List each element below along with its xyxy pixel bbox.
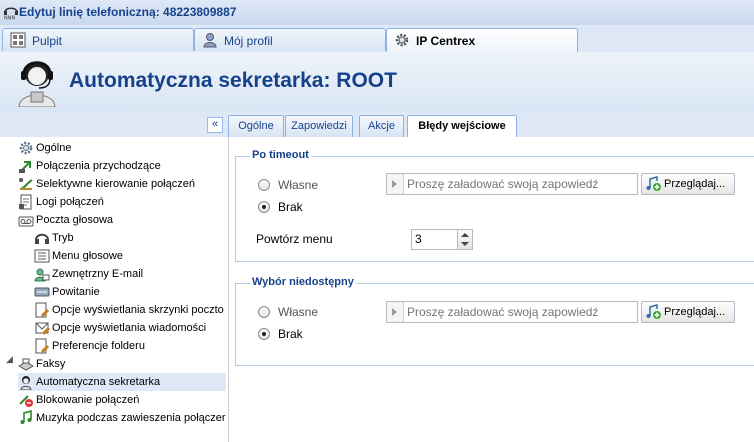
sidebar-tree: Ogólne Połączenia przychodzące Selektywn… — [0, 137, 229, 442]
message-options-icon — [35, 322, 50, 336]
add-music-icon — [646, 176, 661, 191]
mode-icon — [35, 233, 49, 244]
page-title: Automatyczna sekretarka: ROOT — [69, 69, 397, 92]
tree-item-selektywne-kierowanie[interactable]: Selektywne kierowanie połączeń — [18, 175, 223, 193]
tab-ogolne[interactable]: Ogólne — [228, 115, 284, 137]
tab-akcje[interactable]: Akcje — [359, 115, 404, 137]
voicemail-icon — [18, 216, 34, 227]
operator-avatar-icon — [18, 61, 56, 107]
timeout-none-label: Brak — [278, 200, 303, 214]
auto-attendant-icon — [20, 376, 32, 390]
log-icon — [19, 194, 32, 210]
add-music-icon — [646, 304, 661, 319]
greeting-icon — [34, 287, 50, 297]
timeout-custom-label: Własne — [278, 178, 319, 192]
tree-item-faksy[interactable]: Faksy — [18, 355, 223, 373]
tab-moj-profil[interactable]: Mój profil — [194, 28, 386, 51]
unavailable-legend: Wybór niedostępny — [250, 276, 356, 288]
main-tabs: Pulpit Mój profil IP Centrex — [0, 25, 754, 53]
incoming-call-icon — [19, 161, 31, 173]
timeout-file-input[interactable] — [407, 176, 633, 191]
tree-item-blokowanie-polaczen[interactable]: Blokowanie połączeń — [18, 391, 223, 409]
tree-item-powitanie[interactable]: Powitanie — [34, 283, 223, 301]
unavailable-none-radio[interactable] — [258, 328, 270, 340]
expand-arrow-icon[interactable]: ◢ — [6, 354, 13, 365]
unavailable-browse-button[interactable]: Przeglądaj... — [641, 301, 735, 323]
tree-item-zewnetrzny-email[interactable]: Zewnętrzny E-mail — [34, 265, 223, 283]
page-header: Automatyczna sekretarka: ROOT — [0, 52, 754, 113]
section-tabs: « Ogólne Zapowiedzi Akcje Błędy wejściow… — [0, 112, 754, 138]
repeat-menu-spinner[interactable] — [411, 229, 473, 250]
tree-item-tryb[interactable]: Tryb — [34, 229, 223, 247]
fax-icon — [18, 358, 34, 371]
collapse-sidebar-button[interactable]: « — [207, 117, 223, 133]
dashboard-icon — [10, 32, 26, 48]
unavailable-file-field[interactable] — [386, 301, 638, 323]
spinner-arrows[interactable] — [457, 230, 472, 249]
spinner-up-icon[interactable] — [461, 233, 469, 237]
voice-menu-icon — [34, 249, 50, 263]
hold-music-icon — [20, 410, 32, 424]
timeout-custom-radio[interactable] — [258, 179, 270, 191]
gear-icon — [395, 33, 409, 47]
tree-item-menu-glosowe[interactable]: Menu głosowe — [34, 247, 223, 265]
tree-item-opcje-wiadomosci[interactable]: Opcje wyświetlania wiadomości — [34, 319, 223, 337]
tree-item-preferencje-folderu[interactable]: Preferencje folderu — [34, 337, 223, 355]
timeout-none-radio[interactable] — [258, 201, 270, 213]
timeout-file-field[interactable] — [386, 173, 638, 195]
main-panel: Po timeout Własne Brak Przeglądaj... Pow… — [229, 137, 754, 442]
tree-item-opcje-skrzynki[interactable]: Opcje wyświetlania skrzynki poczto — [34, 301, 224, 319]
gear-icon — [19, 141, 33, 155]
tab-pulpit[interactable]: Pulpit — [2, 28, 194, 51]
tab-label: Mój profil — [224, 34, 273, 48]
unavailable-none-label: Brak — [278, 327, 303, 341]
tab-label: IP Centrex — [416, 34, 476, 48]
tree-item-poczta-glosowa[interactable]: Poczta głosowa — [18, 211, 223, 229]
timeout-browse-button[interactable]: Przeglądaj... — [641, 173, 735, 195]
mailbox-options-icon — [35, 302, 50, 318]
tree-item-logi-polaczen[interactable]: Logi połączeń — [18, 193, 223, 211]
user-icon — [203, 33, 217, 48]
email-icon — [34, 268, 50, 282]
timeout-legend: Po timeout — [250, 149, 311, 161]
play-icon — [387, 302, 404, 322]
unavailable-file-input[interactable] — [407, 304, 633, 319]
repeat-menu-input[interactable] — [415, 232, 453, 246]
unavailable-group: Wybór niedostępny Własne Brak Przeglądaj… — [235, 276, 754, 366]
play-icon — [387, 174, 404, 194]
tree-item-muzyka-zawieszenia[interactable]: Muzyka podczas zawieszenia połączer — [18, 409, 226, 427]
unavailable-custom-radio[interactable] — [258, 306, 270, 318]
repeat-menu-label: Powtórz menu — [256, 232, 333, 246]
window-title-bar: NNN Edytuj linię telefoniczną: 482238098… — [0, 0, 754, 26]
tab-ip-centrex[interactable]: IP Centrex — [386, 28, 578, 53]
tree-item-ogolne[interactable]: Ogólne — [18, 139, 223, 157]
tree-item-polaczenia-przychodzace[interactable]: Połączenia przychodzące — [18, 157, 223, 175]
unavailable-custom-label: Własne — [278, 305, 319, 319]
svg-text:NNN: NNN — [4, 16, 15, 21]
tab-bledy-wejsciowe[interactable]: Błędy wejściowe — [407, 115, 517, 138]
call-block-icon — [19, 395, 33, 407]
folder-icon — [35, 338, 50, 354]
timeout-group: Po timeout Własne Brak Przeglądaj... Pow… — [235, 149, 754, 262]
spinner-down-icon[interactable] — [461, 242, 469, 246]
tab-label: Pulpit — [32, 34, 63, 48]
tab-zapowiedzi[interactable]: Zapowiedzi — [285, 115, 353, 137]
tree-item-automatyczna-sekretarka[interactable]: Automatyczna sekretarka — [18, 373, 226, 391]
routing-icon — [19, 178, 33, 190]
app-logo-icon: NNN — [4, 7, 18, 21]
window-title: Edytuj linię telefoniczną: 48223809887 — [19, 5, 237, 19]
